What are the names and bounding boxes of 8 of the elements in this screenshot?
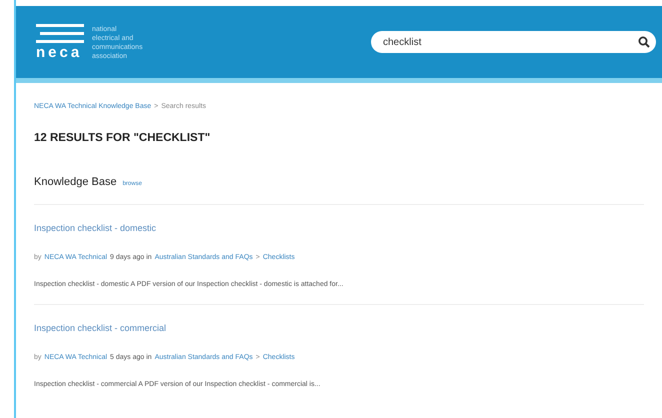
section-title: Knowledge Base (34, 176, 117, 188)
search-field[interactable]: checklist (371, 31, 656, 53)
search-icon[interactable] (638, 36, 650, 48)
result-title-link[interactable]: Inspection checklist - domestic (34, 223, 644, 233)
result-title-link[interactable]: Inspection checklist - commercial (34, 323, 644, 333)
results-heading: 12 RESULTS FOR "CHECKLIST" (34, 132, 212, 144)
logo-wordmark: neca (36, 45, 84, 61)
stripes-icon (36, 23, 84, 45)
